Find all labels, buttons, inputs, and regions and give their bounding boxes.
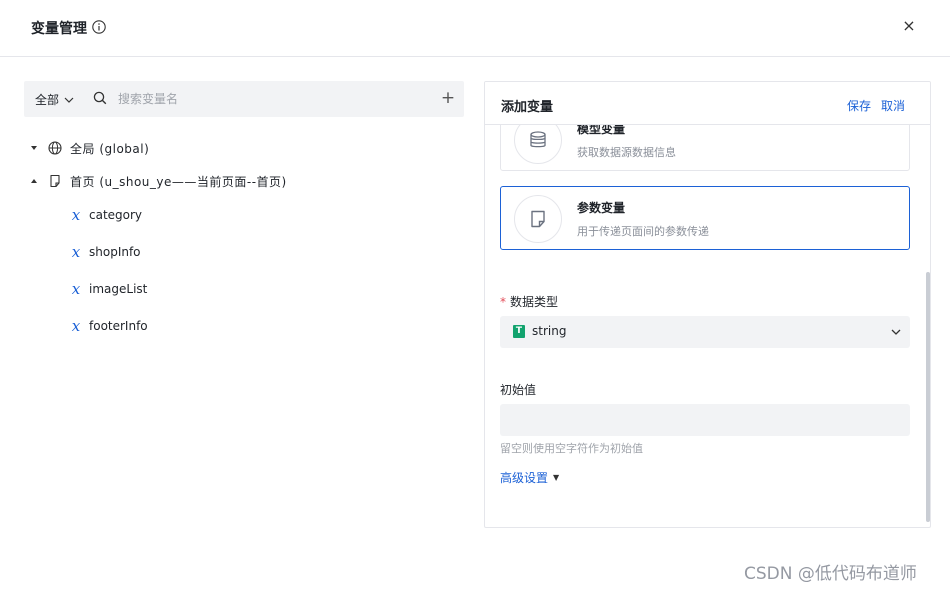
- param-variable-card[interactable]: 参数变量 用于传递页面间的参数传递: [500, 186, 910, 250]
- tree-node-global[interactable]: 全局 (global): [30, 138, 149, 158]
- scope-filter-dropdown[interactable]: 全部: [35, 91, 74, 108]
- info-icon[interactable]: [92, 20, 106, 34]
- card-icon: [514, 195, 562, 243]
- text-type-icon: T: [513, 325, 525, 338]
- database-icon: [530, 131, 546, 148]
- panel-title: 添加变量: [501, 100, 554, 115]
- tree-leaf-variable[interactable]: x imageList: [70, 279, 148, 299]
- card-description: 用于传递页面间的参数传递: [577, 225, 709, 238]
- page-icon: [50, 174, 60, 188]
- data-type-label-text: 数据类型: [510, 295, 559, 309]
- caret-down-icon: ▼: [553, 473, 560, 482]
- initial-value-hint: 留空则使用空字符作为初始值: [500, 442, 643, 455]
- card-icon: [514, 125, 562, 164]
- variable-icon: x: [71, 206, 81, 224]
- tree-leaf-variable[interactable]: x shopInfo: [70, 242, 141, 262]
- advanced-settings-label: 高级设置: [500, 471, 549, 485]
- data-type-value: string: [532, 324, 567, 338]
- tree-leaf-variable[interactable]: x category: [70, 205, 142, 225]
- close-button[interactable]: ×: [900, 17, 918, 35]
- card-title: 模型变量: [577, 125, 626, 136]
- save-button[interactable]: 保存: [847, 97, 871, 114]
- variable-icon: x: [71, 317, 81, 335]
- search-input[interactable]: [118, 89, 418, 109]
- variable-icon: x: [71, 280, 81, 298]
- chevron-down-icon: [64, 97, 74, 103]
- data-type-select[interactable]: T string: [500, 316, 910, 348]
- add-variable-panel: 添加变量 保存 取消 模型变量 获取数据源数据信息 参数变量 用于传递页面间的参…: [484, 81, 931, 528]
- add-variable-button[interactable]: +: [440, 89, 456, 107]
- initial-value-input[interactable]: [500, 404, 910, 436]
- chevron-down-icon: [891, 329, 901, 335]
- model-variable-card[interactable]: 模型变量 获取数据源数据信息: [500, 125, 910, 171]
- variable-name: imageList: [89, 282, 148, 296]
- variable-icon: x: [71, 243, 81, 261]
- panel-header: 添加变量 保存 取消: [485, 82, 930, 125]
- variable-toolbar: 全部 +: [24, 81, 464, 117]
- required-mark: *: [500, 295, 506, 309]
- search-icon: [93, 91, 107, 105]
- dialog-header: 变量管理 ×: [0, 0, 950, 57]
- variable-name: footerInfo: [89, 319, 148, 333]
- tree-leaf-variable[interactable]: x footerInfo: [70, 316, 148, 336]
- card-title: 参数变量: [577, 201, 626, 215]
- card-description: 获取数据源数据信息: [577, 146, 676, 159]
- caret-down-icon[interactable]: [30, 144, 38, 152]
- caret-up-icon[interactable]: [30, 177, 38, 185]
- tree-node-page[interactable]: 首页 (u_shou_ye——当前页面--首页): [30, 171, 287, 191]
- globe-icon: [48, 141, 62, 155]
- data-type-label: * 数据类型: [500, 293, 558, 310]
- variable-name: shopInfo: [89, 245, 141, 259]
- watermark: CSDN @低代码布道师: [744, 564, 917, 584]
- scope-filter-label: 全部: [35, 93, 60, 107]
- advanced-settings-toggle[interactable]: 高级设置 ▼: [500, 469, 559, 486]
- tree-node-label: 全局 (global): [70, 141, 150, 156]
- dialog-title: 变量管理: [31, 21, 87, 37]
- panel-body: 模型变量 获取数据源数据信息 参数变量 用于传递页面间的参数传递 * 数据类型 T…: [485, 125, 930, 527]
- tree-node-label: 首页 (u_shou_ye——当前页面--首页): [70, 174, 287, 189]
- variable-name: category: [89, 208, 143, 222]
- initial-value-label: 初始值: [500, 383, 537, 397]
- cancel-button[interactable]: 取消: [881, 97, 905, 114]
- panel-scrollbar-thumb[interactable]: [926, 272, 930, 522]
- page-icon: [531, 210, 545, 228]
